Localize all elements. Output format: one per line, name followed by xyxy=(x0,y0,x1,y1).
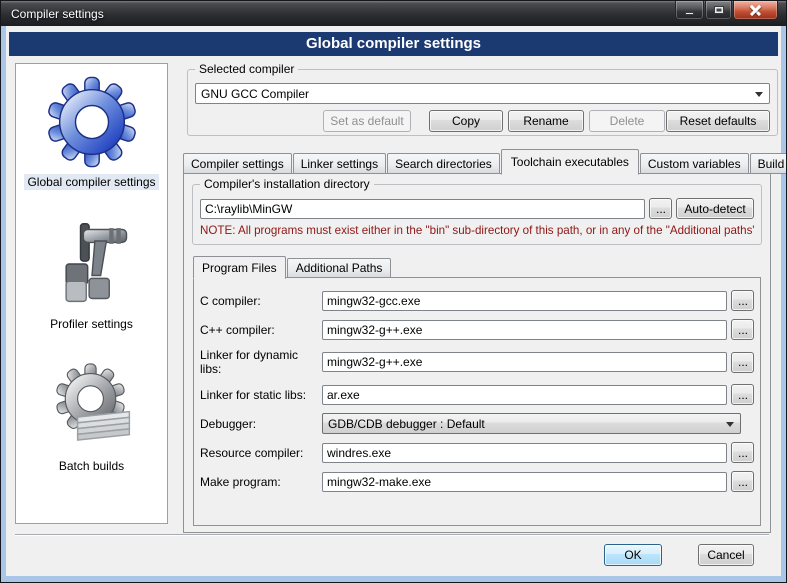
selected-compiler-value: GNU GCC Compiler xyxy=(201,87,309,101)
sidebar-item-label: Profiler settings xyxy=(47,316,136,332)
gear-stack-icon xyxy=(44,358,140,454)
make-program-label: Make program: xyxy=(200,475,322,489)
c-compiler-browse-button[interactable]: ... xyxy=(731,290,754,311)
dynamic-linker-browse-button[interactable]: ... xyxy=(731,352,754,373)
cpp-compiler-browse-button[interactable]: ... xyxy=(731,319,754,340)
static-linker-row: Linker for static libs: ... xyxy=(200,384,754,405)
footer-divider xyxy=(15,534,769,535)
titlebar[interactable]: Compiler settings xyxy=(1,1,786,26)
cpp-compiler-row: C++ compiler: ... xyxy=(200,319,754,340)
chevron-down-icon xyxy=(726,422,734,427)
dialog-header-title: Global compiler settings xyxy=(9,32,778,56)
resource-compiler-row: Resource compiler: ... xyxy=(200,442,754,463)
footer-buttons: OK Cancel xyxy=(604,544,754,566)
resource-compiler-input[interactable] xyxy=(322,443,727,463)
blue-gear-icon xyxy=(44,74,140,170)
make-program-browse-button[interactable]: ... xyxy=(731,471,754,492)
debugger-row: Debugger: GDB/CDB debugger : Default xyxy=(200,413,754,434)
chevron-down-icon xyxy=(755,92,763,97)
window-title: Compiler settings xyxy=(1,7,104,21)
window-controls xyxy=(674,1,778,20)
program-files-tabstrip: Program Files Additional Paths xyxy=(190,255,764,278)
compiler-settings-window: Compiler settings Global compiler settin… xyxy=(0,0,787,583)
dynamic-linker-row: Linker for dynamic libs: ... xyxy=(200,348,754,376)
subtab-additional-paths[interactable]: Additional Paths xyxy=(287,258,392,278)
close-icon xyxy=(750,5,761,16)
selected-compiler-group-label: Selected compiler xyxy=(195,62,298,76)
tab-custom-variables[interactable]: Custom variables xyxy=(640,153,749,174)
static-linker-browse-button[interactable]: ... xyxy=(731,384,754,405)
static-linker-input[interactable] xyxy=(322,385,727,405)
cpp-compiler-label: C++ compiler: xyxy=(200,323,322,337)
debugger-value: GDB/CDB debugger : Default xyxy=(328,417,485,431)
main-tabstrip: Compiler settings Linker settings Search… xyxy=(178,148,780,174)
dynamic-linker-label: Linker for dynamic libs: xyxy=(200,348,322,376)
maximize-icon xyxy=(714,6,724,14)
minimize-button[interactable] xyxy=(675,1,704,20)
caliper-icon xyxy=(44,216,140,312)
c-compiler-input[interactable] xyxy=(322,291,727,311)
debugger-combobox[interactable]: GDB/CDB debugger : Default xyxy=(322,413,741,434)
cancel-button[interactable]: Cancel xyxy=(698,544,754,566)
dialog-body: Global compiler settings xyxy=(6,26,781,576)
copy-button[interactable]: Copy xyxy=(429,110,503,132)
sidebar-item-label: Batch builds xyxy=(56,458,127,474)
delete-button[interactable]: Delete xyxy=(589,110,665,132)
ok-button[interactable]: OK xyxy=(604,544,662,566)
installation-directory-group: Compiler's installation directory ... Au… xyxy=(192,184,762,245)
tab-build-options[interactable]: Build options xyxy=(750,153,787,174)
close-button[interactable] xyxy=(733,1,778,20)
bin-subdirectory-note: NOTE: All programs must exist either in … xyxy=(200,224,754,237)
compiler-buttons-row: Set as default Copy Rename Delete Reset … xyxy=(195,110,770,132)
set-as-default-button[interactable]: Set as default xyxy=(323,110,411,132)
main-panel: Selected compiler GNU GCC Compiler Set a… xyxy=(178,63,780,533)
dynamic-linker-input[interactable] xyxy=(322,352,727,372)
make-program-input[interactable] xyxy=(322,472,727,492)
static-linker-label: Linker for static libs: xyxy=(200,388,322,402)
debugger-label: Debugger: xyxy=(200,417,322,431)
selected-compiler-combobox[interactable]: GNU GCC Compiler xyxy=(195,83,770,104)
installation-directory-row: ... Auto-detect xyxy=(200,198,754,219)
c-compiler-label: C compiler: xyxy=(200,294,322,308)
tab-toolchain-executables[interactable]: Toolchain executables xyxy=(501,149,639,175)
tab-linker-settings[interactable]: Linker settings xyxy=(293,153,386,174)
sidebar-item-label: Global compiler settings xyxy=(24,174,158,190)
installation-directory-browse-button[interactable]: ... xyxy=(649,198,672,219)
sidebar: Global compiler settings xyxy=(15,63,168,524)
resource-compiler-browse-button[interactable]: ... xyxy=(731,442,754,463)
tab-search-directories[interactable]: Search directories xyxy=(387,153,500,174)
c-compiler-row: C compiler: ... xyxy=(200,290,754,311)
sidebar-item-global-compiler-settings[interactable]: Global compiler settings xyxy=(16,74,167,190)
cpp-compiler-input[interactable] xyxy=(322,320,727,340)
installation-directory-input[interactable] xyxy=(200,199,645,219)
subtab-program-files[interactable]: Program Files xyxy=(193,256,286,279)
make-program-row: Make program: ... xyxy=(200,471,754,492)
resource-compiler-label: Resource compiler: xyxy=(200,446,322,460)
rename-button[interactable]: Rename xyxy=(508,110,584,132)
tab-compiler-settings[interactable]: Compiler settings xyxy=(183,153,292,174)
program-files-page: C compiler: ... C++ compiler: ... Linker… xyxy=(193,277,761,526)
selected-compiler-group: Selected compiler GNU GCC Compiler Set a… xyxy=(187,69,778,136)
maximize-button[interactable] xyxy=(705,1,732,20)
reset-defaults-button[interactable]: Reset defaults xyxy=(666,110,770,132)
sidebar-item-profiler-settings[interactable]: Profiler settings xyxy=(16,216,167,332)
sidebar-item-batch-builds[interactable]: Batch builds xyxy=(16,358,167,474)
auto-detect-button[interactable]: Auto-detect xyxy=(676,198,754,219)
toolchain-executables-page: Compiler's installation directory ... Au… xyxy=(183,173,771,533)
minimize-icon xyxy=(685,12,694,15)
installation-directory-group-label: Compiler's installation directory xyxy=(200,177,374,191)
